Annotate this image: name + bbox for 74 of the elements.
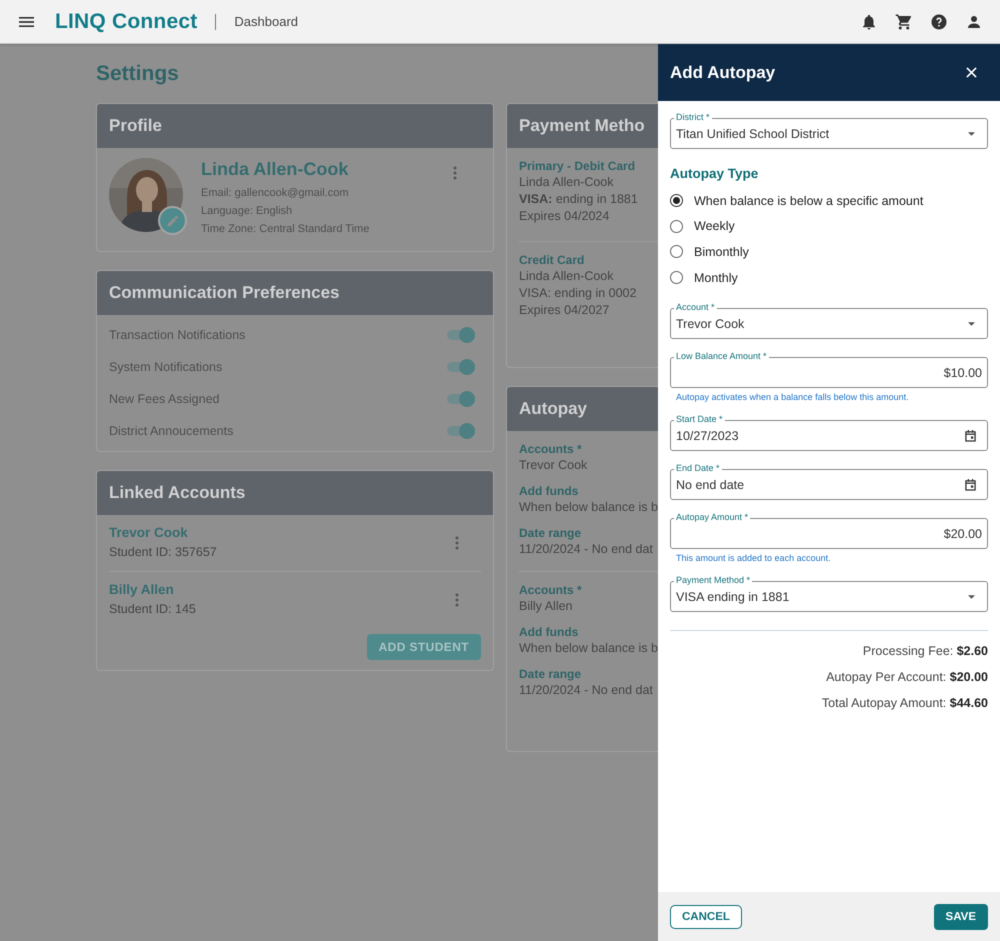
section-heading: Autopay Type bbox=[670, 166, 760, 181]
radio-label[interactable]: Bimonthly bbox=[694, 244, 749, 259]
preference-label: Transaction Notifications bbox=[109, 328, 246, 342]
helper-text: This amount is added to each account. bbox=[675, 552, 832, 564]
autopay-label: Add funds bbox=[519, 624, 578, 640]
radio-button[interactable] bbox=[670, 220, 683, 233]
autopay-value: Billy Allen bbox=[519, 598, 572, 615]
edit-button[interactable] bbox=[158, 206, 187, 235]
autopay-value: Trevor Cook bbox=[519, 457, 588, 474]
date-field[interactable]: End Date * No end date bbox=[670, 463, 988, 500]
close-icon[interactable] bbox=[966, 67, 977, 78]
autopay-value: 11/20/2024 - No end dat bbox=[519, 682, 653, 699]
save-button[interactable]: SAVE bbox=[934, 904, 988, 930]
menu-icon[interactable] bbox=[19, 16, 34, 28]
card-detail: Expires 04/2024 bbox=[519, 208, 610, 225]
dropdown[interactable]: District * Titan Unified School District bbox=[670, 112, 988, 149]
total-line: Autopay Per Account: $20.00 bbox=[826, 669, 988, 686]
autopay-label: Date range bbox=[519, 666, 582, 682]
help-icon[interactable] bbox=[930, 12, 948, 30]
profile-name: Linda Allen-Cook bbox=[201, 159, 348, 180]
autopay-label: Accounts * bbox=[519, 441, 582, 457]
radio-button[interactable] bbox=[670, 245, 683, 258]
autopay-label: Date range bbox=[519, 525, 582, 541]
logo[interactable]: LINQ Connect bbox=[55, 10, 198, 34]
total-line: Processing Fee: $2.60 bbox=[862, 643, 988, 660]
radio-button[interactable] bbox=[670, 194, 683, 208]
dropdown[interactable]: Account * Trevor Cook bbox=[670, 302, 988, 340]
card-title: Linked Accounts bbox=[109, 483, 246, 503]
preference-label: New Fees Assigned bbox=[109, 392, 220, 406]
date-field[interactable]: Start Date * 10/27/2023 bbox=[670, 414, 988, 452]
calendar-icon bbox=[965, 478, 976, 491]
profile-detail: Email: gallencook@gmail.com bbox=[201, 186, 349, 201]
student-id: Student ID: 145 bbox=[109, 601, 196, 618]
card-detail: VISA: ending in 1881 bbox=[519, 191, 638, 208]
caret-icon bbox=[968, 594, 975, 599]
autopay-label: Accounts * bbox=[519, 582, 582, 598]
card-detail: VISA: ending in 0002 bbox=[519, 285, 636, 302]
card-title: Profile bbox=[109, 116, 162, 136]
preference-label: System Notifications bbox=[109, 360, 222, 374]
radio-label[interactable]: Weekly bbox=[694, 219, 735, 234]
dropdown[interactable]: Payment Method * VISA ending in 1881 bbox=[670, 575, 988, 612]
page-heading: Settings bbox=[96, 62, 179, 86]
input-field[interactable]: Low Balance Amount * $10.00 bbox=[670, 351, 988, 388]
radio-button[interactable] bbox=[670, 271, 683, 284]
autopay-label: Add funds bbox=[519, 483, 578, 499]
total-line: Total Autopay Amount: $44.60 bbox=[822, 695, 988, 712]
card-detail: Expires 04/2027 bbox=[519, 302, 610, 319]
profile-detail: Time Zone: Central Standard Time bbox=[201, 222, 370, 237]
radio-label[interactable]: When balance is below a specific amount bbox=[694, 194, 924, 208]
caret-icon bbox=[968, 322, 975, 326]
card-title: Autopay bbox=[519, 399, 587, 419]
card-type-label: Credit Card bbox=[519, 252, 584, 268]
autopay-value: 11/20/2024 - No end dat bbox=[519, 541, 653, 558]
drawer-title: Add Autopay bbox=[670, 62, 776, 82]
cart-icon[interactable] bbox=[895, 12, 913, 30]
card-type-label: Primary - Debit Card bbox=[519, 158, 636, 174]
cancel-button[interactable]: CANCEL bbox=[670, 904, 742, 928]
card-detail: Linda Allen-Cook bbox=[519, 268, 614, 285]
profile-detail: Language: English bbox=[201, 204, 292, 219]
card-title: Payment Metho bbox=[519, 116, 645, 136]
autopay-value: When below balance is b bbox=[519, 499, 658, 516]
radio-label[interactable]: Monthly bbox=[694, 270, 738, 285]
calendar-icon bbox=[965, 430, 976, 442]
card-detail: Linda Allen-Cook bbox=[519, 174, 614, 191]
helper-text: Autopay activates when a balance falls below this amount. bbox=[675, 391, 910, 402]
bell-icon[interactable] bbox=[860, 12, 878, 30]
caret-icon bbox=[968, 132, 975, 136]
preference-label: District Annoucements bbox=[109, 424, 234, 438]
autopay-value: When below balance is b bbox=[519, 640, 658, 657]
student-id: Student ID: 357657 bbox=[109, 544, 217, 561]
page-title: Dashboard bbox=[234, 14, 298, 29]
card-title: Communication Preferences bbox=[109, 283, 340, 303]
pencil-icon bbox=[166, 214, 180, 228]
input-field[interactable]: Autopay Amount * $20.00 bbox=[670, 512, 988, 550]
